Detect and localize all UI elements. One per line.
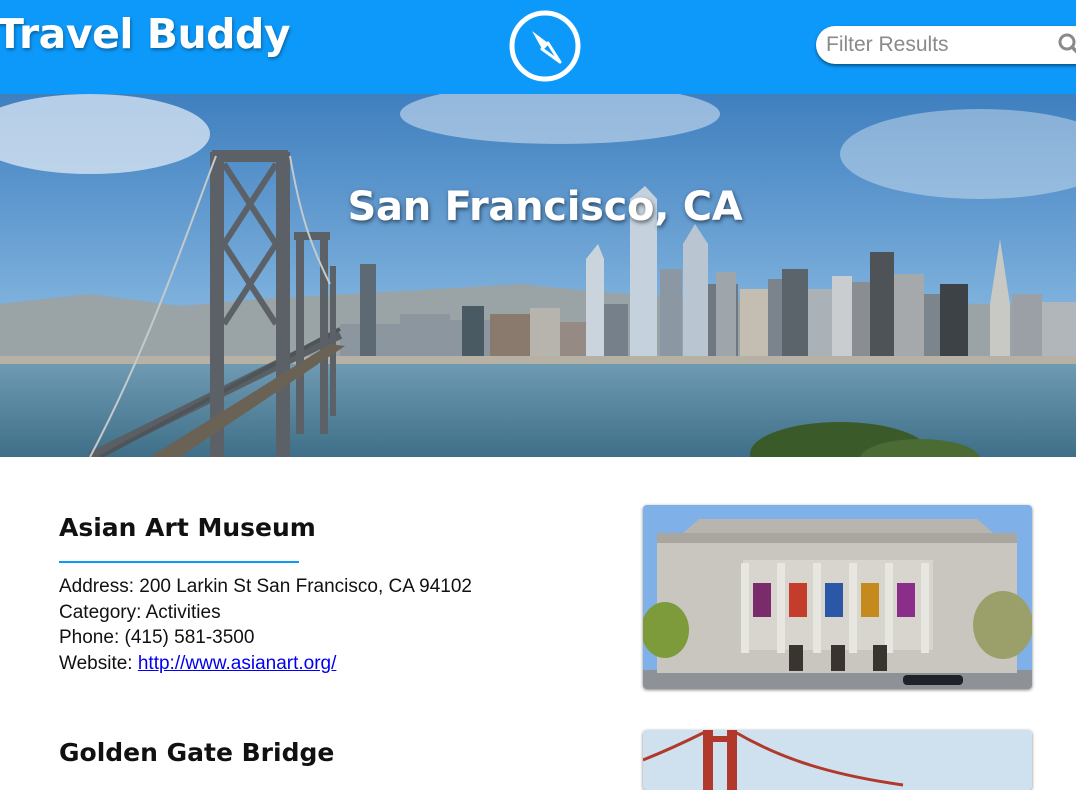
golden-gate-bridge-photo bbox=[643, 730, 1032, 790]
compass-icon[interactable] bbox=[508, 9, 582, 83]
website-line: Website: http://www.asianart.org/ bbox=[59, 651, 472, 677]
phone-label: Phone: bbox=[59, 627, 120, 648]
listing-photo[interactable] bbox=[643, 505, 1032, 689]
listing-card: Asian Art Museum Address: 200 Larkin St … bbox=[0, 505, 1076, 695]
listing-title: Asian Art Museum bbox=[59, 513, 316, 542]
address-value: 200 Larkin St San Francisco, CA 94102 bbox=[139, 576, 472, 597]
search-box[interactable] bbox=[816, 26, 1076, 64]
category-line: Category: Activities bbox=[59, 600, 472, 626]
hero-banner: San Francisco, CA bbox=[0, 94, 1076, 457]
address-label: Address: bbox=[59, 576, 134, 597]
top-navbar: Travel Buddy bbox=[0, 0, 1076, 94]
category-value: Activities bbox=[145, 601, 221, 623]
listing-photo[interactable] bbox=[643, 730, 1032, 790]
app-title[interactable]: Travel Buddy bbox=[0, 10, 291, 58]
asian-art-museum-photo bbox=[643, 505, 1032, 689]
listing-details: Address: 200 Larkin St San Francisco, CA… bbox=[59, 574, 472, 676]
search-icon[interactable] bbox=[1057, 32, 1076, 58]
hero-city-title: San Francisco, CA bbox=[347, 184, 743, 230]
listing-title: Golden Gate Bridge bbox=[59, 738, 335, 767]
website-label: Website: bbox=[59, 652, 133, 674]
category-label: Category: bbox=[59, 601, 142, 623]
phone-line: Phone: (415) 581-3500 bbox=[59, 625, 472, 651]
website-link[interactable]: http://www.asianart.org/ bbox=[138, 653, 337, 674]
address-line: Address: 200 Larkin St San Francisco, CA… bbox=[59, 574, 472, 600]
listing-card: Golden Gate Bridge bbox=[0, 730, 1076, 790]
search-input[interactable] bbox=[826, 28, 1046, 62]
title-underline bbox=[59, 561, 299, 563]
san-francisco-skyline-image bbox=[0, 94, 1076, 457]
phone-value: (415) 581-3500 bbox=[124, 627, 255, 648]
